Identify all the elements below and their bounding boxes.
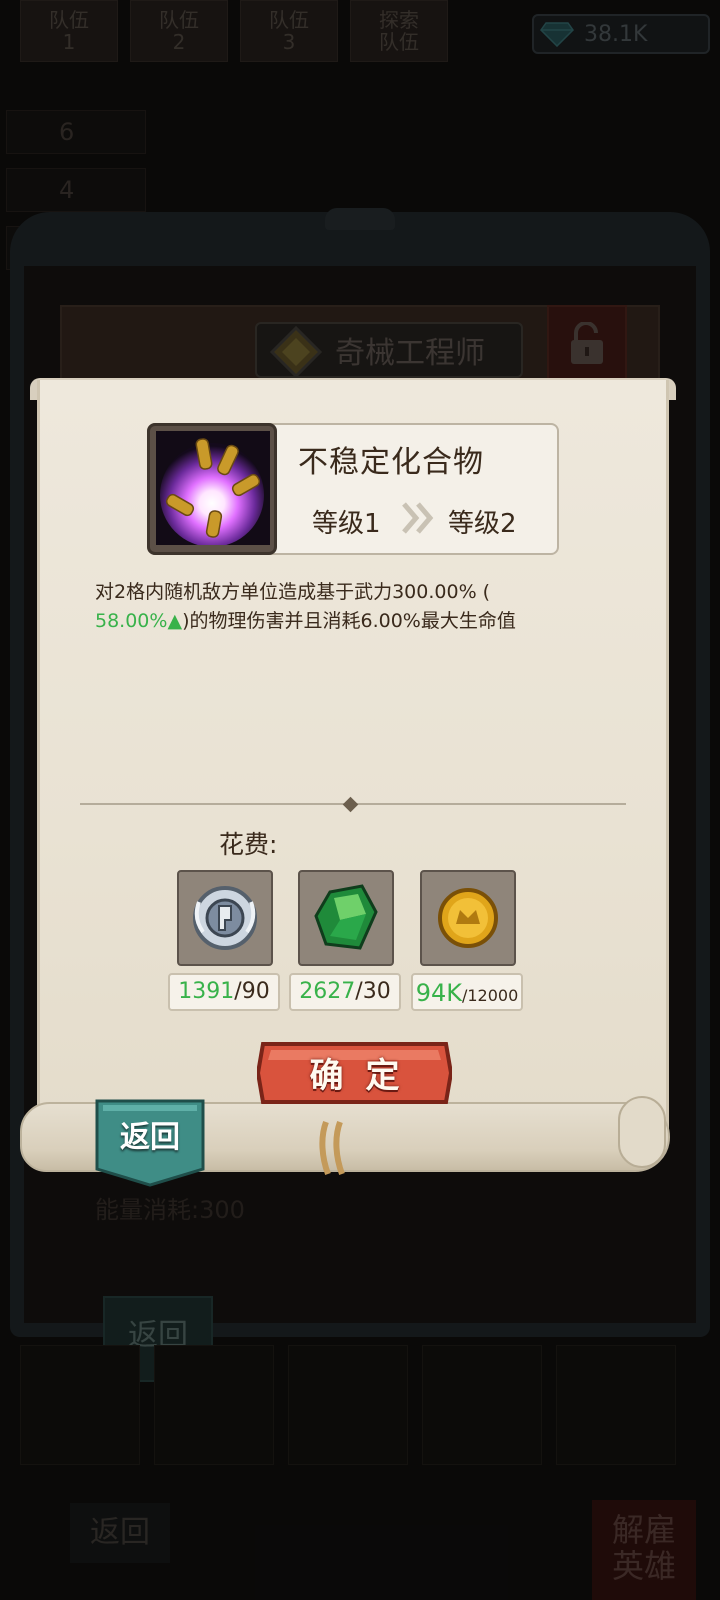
tab-team-2[interactable]: 队伍 2 (130, 0, 228, 62)
hero-card[interactable] (154, 1345, 274, 1465)
required-amount: /30 (355, 979, 391, 1004)
cost-item-crystal (298, 870, 394, 966)
dismiss-hero-button[interactable]: 解雇 英雄 (592, 1500, 696, 1600)
tab-team-1[interactable]: 队伍 1 (20, 0, 118, 62)
hero-card[interactable] (422, 1345, 542, 1465)
hero-card[interactable] (288, 1345, 408, 1465)
owned-amount: 94K (415, 979, 462, 1007)
scroll-roll-end (618, 1096, 666, 1168)
explosion-skill-icon (156, 431, 270, 545)
bonus-percent: 58.00%▲ (95, 610, 183, 632)
bottom-back-button[interactable]: 返回 (70, 1503, 170, 1563)
stat-row: 6 (6, 110, 146, 154)
required-amount: /12000 (461, 986, 519, 1005)
skill-description: 对2格内随机敌方单位造成基于武力300.00% ( 58.00%▲)的物理伤害并且… (95, 578, 635, 636)
cost-item-silver (177, 870, 273, 966)
cost-label: 花费: (219, 830, 278, 859)
hero-card[interactable] (556, 1345, 676, 1465)
gem-amount: 38.1K (584, 21, 648, 47)
owned-amount: 2627 (299, 979, 356, 1004)
gold-coin-icon (438, 888, 498, 948)
hero-card-row (20, 1345, 676, 1465)
stat-row: 4 (6, 168, 146, 212)
energy-cost-text: 能量消耗:300 (95, 1196, 245, 1224)
double-chevron-right-icon (402, 502, 434, 534)
current-level: 等级1 (312, 509, 381, 539)
description-text: )的物理伤害并且消耗6.00%最大生命值 (182, 610, 516, 632)
description-text: 对2格内随机敌方单位造成基于武力300.00% ( (95, 581, 491, 603)
frame-ornament (325, 208, 395, 230)
diamond-icon (540, 22, 574, 47)
hero-card[interactable] (20, 1345, 140, 1465)
back-button-label: 返回 (120, 1120, 180, 1155)
hero-class-emblem-icon (269, 325, 323, 379)
green-crystal-icon (314, 884, 378, 950)
skill-name: 不稳定化合物 (298, 445, 484, 480)
gem-counter: 38.1K (532, 14, 710, 54)
silver-emblem-icon (193, 886, 257, 950)
tab-explore-team[interactable]: 探索 队伍 (350, 0, 448, 62)
required-amount: /90 (234, 979, 270, 1004)
unlocked-padlock-icon (571, 322, 603, 364)
confirm-button-label: 确定 (309, 1056, 422, 1096)
cost-count-crystal: 2627/30 (289, 973, 401, 1011)
cost-item-gold (420, 870, 516, 966)
cost-count-silver: 1391/90 (168, 973, 280, 1011)
tab-team-3[interactable]: 队伍 3 (240, 0, 338, 62)
cost-count-gold: 94K/12000 (411, 973, 523, 1011)
next-level: 等级2 (448, 509, 517, 539)
scroll-ribbon-icon (319, 1120, 345, 1176)
team-tabs: 队伍 1 队伍 2 队伍 3 探索 队伍 (20, 0, 448, 62)
owned-amount: 1391 (178, 979, 235, 1004)
